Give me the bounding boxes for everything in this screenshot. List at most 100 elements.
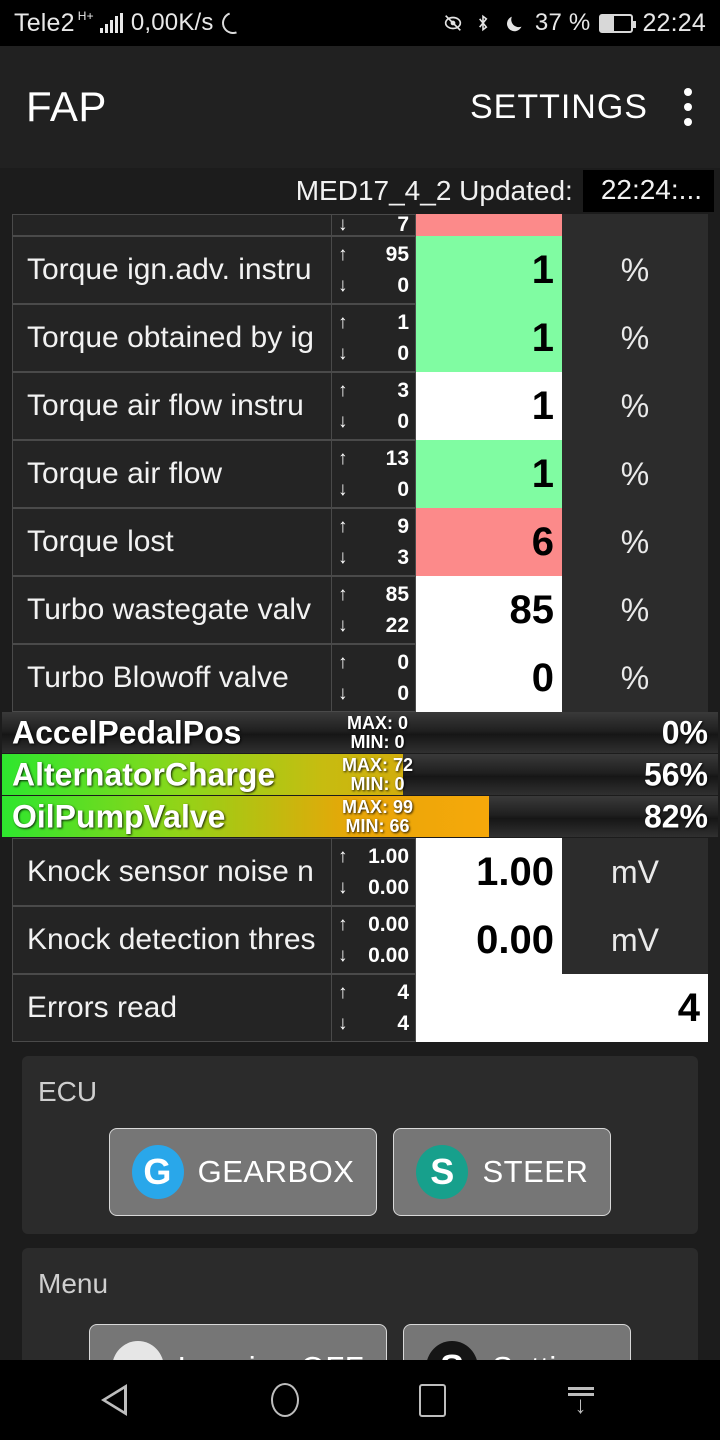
- parameter-min: 0.00: [368, 875, 409, 899]
- status-bar-right: 37 % 22:24: [442, 9, 706, 38]
- parameter-label: Torque air flow instru: [12, 372, 332, 440]
- app-bar: FAP SETTINGS: [0, 46, 720, 168]
- parameter-label: Errors read: [12, 974, 332, 1042]
- button-label: STEER: [482, 1154, 589, 1189]
- menu-card-title: Menu: [38, 1268, 109, 1299]
- ecu-card: ECU G GEARBOX S STEER: [22, 1056, 698, 1234]
- table-row[interactable]: Torque air flow instru ↑ 3 ↓ 0 1%: [0, 372, 720, 440]
- table-row[interactable]: Knock sensor noise n ↑ 1.00 ↓ 0.00 1.00 mV: [0, 838, 720, 906]
- parameter-label: Turbo Blowoff valve: [12, 644, 332, 712]
- parameter-max: 1.00: [368, 844, 409, 868]
- parameter-unit: [562, 214, 708, 236]
- bar-gauge-row[interactable]: OilPumpValve MAX: 99 MIN: 66 82%: [0, 796, 720, 837]
- carrier-label: Tele2: [14, 8, 75, 37]
- ecu-button-group: G GEARBOX S STEER: [22, 1128, 698, 1216]
- settings-button[interactable]: SETTINGS: [470, 88, 648, 127]
- ecu-button-gearbox[interactable]: G GEARBOX: [108, 1128, 378, 1216]
- button-badge-icon: G: [131, 1145, 184, 1199]
- parameter-max: 1: [397, 310, 409, 334]
- parameter-min: 4: [397, 1011, 409, 1035]
- battery-icon: [599, 13, 637, 33]
- parameter-value: [416, 214, 562, 236]
- parameter-value: 1: [416, 236, 562, 304]
- parameter-min: 0: [397, 409, 409, 433]
- sync-icon: [218, 8, 248, 38]
- parameter-label: Torque lost: [12, 508, 332, 576]
- parameter-minmax: ↓ 7: [332, 214, 416, 236]
- parameter-max: 3: [397, 378, 409, 402]
- table-row[interactable]: Errors read ↑ 4 ↓ 4 4: [0, 974, 720, 1042]
- parameter-unit: %: [562, 236, 708, 304]
- parameter-min: 3: [397, 545, 409, 569]
- button-label: GEARBOX: [197, 1154, 355, 1189]
- table-row[interactable]: Torque ign.adv. instru ↑ 95 ↓ 0 1%: [0, 236, 720, 304]
- overflow-menu-icon[interactable]: [682, 88, 694, 126]
- parameter-label: Torque air flow: [12, 440, 332, 508]
- parameter-min: 0: [397, 681, 409, 705]
- table-row[interactable]: Knock detection thres ↑ 0.00 ↓ 0.00 0.00 mV: [0, 906, 720, 974]
- bar-gauge-value: 82%: [643, 798, 708, 834]
- app-root: Tele2 H+ 0,00K/s 37 % 22:24 FAP SETTINGS: [0, 0, 720, 1440]
- bar-gauge-value: 0%: [661, 714, 708, 750]
- parameter-value: 6: [416, 508, 562, 576]
- parameter-value: 1.00: [416, 838, 562, 906]
- bar-gauge-name: AccelPedalPos: [12, 714, 242, 750]
- parameter-min: 0: [397, 341, 409, 365]
- parameter-value: 0: [416, 644, 562, 712]
- parameter-value: 1: [416, 304, 562, 372]
- table-rows-main: Torque ign.adv. instru ↑ 95 ↓ 0 1% Torque obta…: [0, 236, 720, 712]
- bar-gauge-minmax: MAX: 72 MIN: 0: [341, 754, 413, 794]
- parameter-min: 22: [385, 613, 409, 637]
- parameter-table[interactable]: ↓ 7 Torque ign.adv. instru ↑ 95 ↓ 0 1% Torque o…: [0, 214, 720, 1042]
- parameter-unit: %: [562, 304, 708, 372]
- table-row[interactable]: ↓ 7: [0, 214, 720, 236]
- data-speed-label: 0,00K/s: [130, 9, 214, 36]
- parameter-minmax: ↑ 13 ↓ 0: [332, 440, 416, 508]
- parameter-unit: mV: [562, 906, 708, 974]
- hide-nav-icon[interactable]: ↓: [566, 1386, 596, 1417]
- parameter-label: Knock sensor noise n: [12, 838, 332, 906]
- bar-gauge-row[interactable]: AccelPedalPos MAX: 0 MIN: 0 0%: [0, 712, 720, 753]
- ecu-card-title: ECU: [38, 1076, 98, 1107]
- parameter-max: 4: [397, 980, 409, 1004]
- parameter-label: Knock detection thres: [12, 906, 332, 974]
- status-bar-left: Tele2 H+ 0,00K/s: [14, 8, 248, 38]
- parameter-minmax: ↑ 9 ↓ 3: [332, 508, 416, 576]
- back-icon[interactable]: [100, 1384, 151, 1416]
- system-nav-bar: ↓: [0, 1360, 720, 1440]
- parameter-label: Torque ign.adv. instru: [12, 236, 332, 304]
- parameter-max: 9: [397, 514, 409, 538]
- parameter-minmax: ↑ 1 ↓ 0: [332, 304, 416, 372]
- bar-gauge[interactable]: AccelPedalPos MAX: 0 MIN: 0 0%: [2, 712, 718, 753]
- bar-gauge-name: AlternatorCharge: [12, 756, 276, 792]
- table-row[interactable]: Turbo Blowoff valve ↑ 0 ↓ 0 0%: [0, 644, 720, 712]
- bar-gauge-value: 56%: [643, 756, 708, 792]
- bar-gauge[interactable]: OilPumpValve MAX: 99 MIN: 66 82%: [2, 796, 718, 837]
- update-header: MED17_4_2 Updated: 22:24:...: [0, 168, 720, 214]
- parameter-max: 95: [385, 242, 409, 266]
- bar-gauge-minmax: MAX: 99 MIN: 66: [341, 796, 413, 836]
- bar-gauge-list: AccelPedalPos MAX: 0 MIN: 0 0% AlternatorCha…: [0, 712, 720, 837]
- parameter-unit: mV: [562, 838, 708, 906]
- parameter-label: Torque obtained by ig: [12, 304, 332, 372]
- battery-percent-label: 37 %: [534, 9, 591, 36]
- ecu-button-steer[interactable]: S STEER: [393, 1128, 612, 1216]
- table-row[interactable]: Torque air flow ↑ 13 ↓ 0 1%: [0, 440, 720, 508]
- parameter-minmax: ↑ 0 ↓ 0: [332, 644, 416, 712]
- home-icon[interactable]: [270, 1383, 299, 1417]
- parameter-unit: %: [562, 576, 708, 644]
- parameter-label: Turbo wastegate valv: [12, 576, 332, 644]
- recents-icon[interactable]: [418, 1383, 446, 1417]
- bar-gauge[interactable]: AlternatorCharge MAX: 72 MIN: 0 56%: [2, 754, 718, 795]
- eye-off-icon: [442, 12, 464, 34]
- parameter-minmax: ↑ 85 ↓ 22: [332, 576, 416, 644]
- parameter-unit: %: [562, 372, 708, 440]
- table-row[interactable]: Torque lost ↑ 9 ↓ 3 6%: [0, 508, 720, 576]
- bar-gauge-row[interactable]: AlternatorCharge MAX: 72 MIN: 0 56%: [0, 754, 720, 795]
- ecu-protocol-label: MED17_4_2 Updated:: [295, 175, 573, 206]
- signal-strength-icon: [99, 13, 123, 33]
- table-row[interactable]: Turbo wastegate valv ↑ 85 ↓ 22 85%: [0, 576, 720, 644]
- do-not-disturb-moon-icon: [504, 12, 526, 34]
- parameter-value: 4: [416, 974, 708, 1042]
- table-row[interactable]: Torque obtained by ig ↑ 1 ↓ 0 1%: [0, 304, 720, 372]
